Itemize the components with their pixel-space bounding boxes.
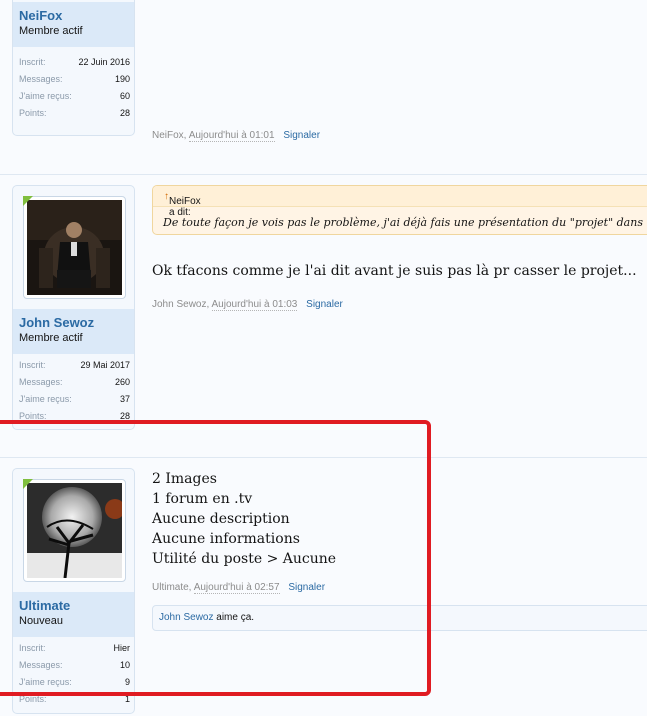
post-meta: John Sewoz, Aujourd'hui à 01:03 Signaler: [152, 299, 343, 311]
quote-block: NeiFox a dit: ↑ De toute façon je vois pa…: [152, 185, 647, 235]
post-author[interactable]: John Sewoz,: [152, 299, 209, 310]
user-title: Nouveau: [19, 615, 64, 627]
stat-joined: Inscrit: Hier: [19, 643, 130, 653]
messages-count-link[interactable]: 10: [120, 660, 130, 670]
likes-summary: John Sewoz aime ça.: [152, 605, 647, 631]
new-member-badge-icon: [23, 479, 33, 489]
user-stats: Inscrit: 22 Juin 2016 Messages: 190 J'aime…: [19, 57, 130, 125]
post-author[interactable]: Ultimate,: [152, 582, 191, 593]
quote-author: NeiFox a dit:: [169, 196, 201, 218]
messages-count-link[interactable]: 260: [115, 377, 130, 387]
user-info-panel: NeiFox Membre actif Inscrit: 22 Juin 2016…: [12, 0, 135, 136]
user-info-panel: Ultimate Nouveau Inscrit: Hier Messages: 1…: [12, 468, 135, 714]
messages-count-link[interactable]: 190: [115, 74, 130, 84]
post-ultimate: Ultimate Nouveau Inscrit: Hier Messages: 1…: [0, 457, 647, 716]
quote-header: NeiFox a dit: ↑: [153, 186, 647, 218]
user-name-bar: Ultimate Nouveau: [13, 592, 134, 637]
avatar-image: [27, 483, 122, 578]
post-date-link[interactable]: Aujourd'hui à 01:01: [188, 130, 275, 142]
user-title: Membre actif: [19, 25, 83, 37]
message-line: Aucune informations: [152, 531, 300, 547]
stat-likes: J'aime reçus: 9: [19, 677, 130, 687]
post-john-sewoz: John Sewoz Membre actif Inscrit: 29 Mai 2…: [0, 174, 647, 457]
user-info-panel: John Sewoz Membre actif Inscrit: 29 Mai 2…: [12, 185, 135, 430]
stat-likes: J'aime reçus: 37: [19, 394, 130, 404]
points-link[interactable]: 1: [125, 694, 130, 704]
post-message: 2 Images 1 forum en .tv Aucune descripti…: [152, 469, 336, 569]
liker-link[interactable]: John Sewoz: [159, 612, 213, 623]
user-name-bar: John Sewoz Membre actif: [13, 309, 134, 354]
user-stats: Inscrit: Hier Messages: 10 J'aime reçus: 9 …: [19, 643, 130, 711]
stat-joined: Inscrit: 22 Juin 2016: [19, 57, 130, 67]
avatar-image: [27, 200, 122, 295]
points-link[interactable]: 28: [120, 108, 130, 118]
message-line: 1 forum en .tv: [152, 491, 253, 507]
avatar[interactable]: [23, 196, 126, 299]
stat-messages: Messages: 190: [19, 74, 130, 84]
username-link[interactable]: Ultimate: [19, 598, 70, 613]
stat-points: Points: 28: [19, 108, 130, 118]
points-link[interactable]: 28: [120, 411, 130, 421]
stat-messages: Messages: 10: [19, 660, 130, 670]
report-link[interactable]: Signaler: [283, 130, 320, 141]
post-meta: Ultimate, Aujourd'hui à 02:57 Signaler: [152, 582, 325, 594]
report-link[interactable]: Signaler: [288, 582, 325, 593]
stat-joined: Inscrit: 29 Mai 2017: [19, 360, 130, 370]
avatar[interactable]: [23, 479, 126, 582]
stat-likes: J'aime reçus: 60: [19, 91, 130, 101]
stat-points: Points: 28: [19, 411, 130, 421]
stat-messages: Messages: 260: [19, 377, 130, 387]
post-neifox: NeiFox Membre actif Inscrit: 22 Juin 2016…: [0, 0, 647, 173]
report-link[interactable]: Signaler: [306, 299, 343, 310]
post-meta: NeiFox, Aujourd'hui à 01:01 Signaler: [152, 130, 320, 142]
username-link[interactable]: NeiFox: [19, 8, 62, 23]
user-title: Membre actif: [19, 332, 83, 344]
post-message: Ok tfacons comme je l'ai dit avant je su…: [152, 263, 637, 279]
user-name-bar: NeiFox Membre actif: [13, 2, 134, 47]
new-member-badge-icon: [23, 196, 33, 206]
message-line: Utilité du poste > Aucune: [152, 551, 337, 567]
post-author[interactable]: NeiFox,: [152, 130, 186, 141]
username-link[interactable]: John Sewoz: [19, 315, 94, 330]
post-date-link[interactable]: Aujourd'hui à 01:03: [211, 299, 298, 311]
likes-text: aime ça.: [213, 612, 255, 623]
message-line: Aucune description: [152, 511, 290, 527]
quote-text: De toute façon je vois pas le problème, …: [163, 216, 647, 229]
user-stats: Inscrit: 29 Mai 2017 Messages: 260 J'aime …: [19, 360, 130, 428]
stat-points: Points: 1: [19, 694, 130, 704]
post-date-link[interactable]: Aujourd'hui à 02:57: [193, 582, 280, 594]
message-line: 2 Images: [152, 471, 217, 487]
